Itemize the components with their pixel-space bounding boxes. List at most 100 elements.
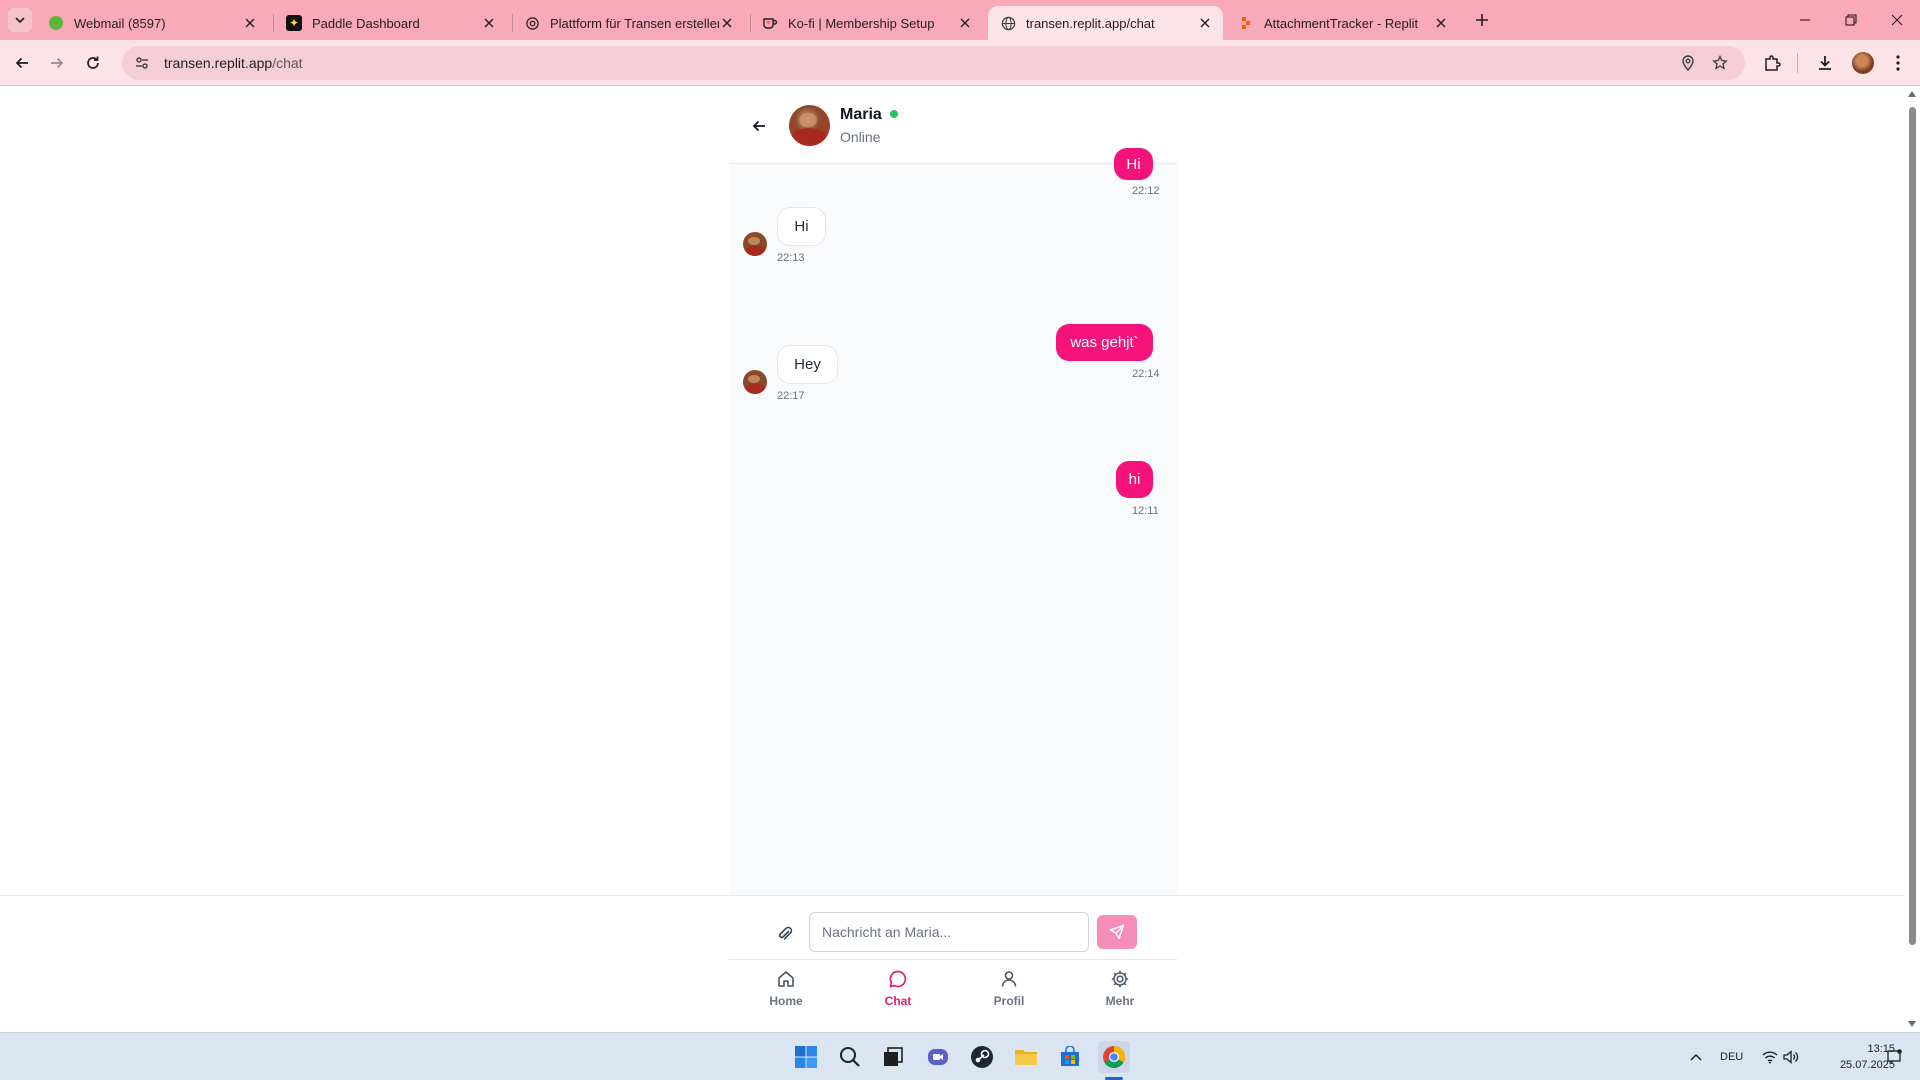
bottom-nav-divider <box>729 959 1177 960</box>
web-page: Maria Online Hi 22:12 Hi 22:13 was gehjt… <box>0 87 1904 1032</box>
notification-icon[interactable] <box>1886 1033 1902 1080</box>
nav-mehr[interactable]: Mehr <box>1085 969 1155 1023</box>
browser-menu-button[interactable] <box>1885 50 1911 76</box>
teams-button[interactable] <box>922 1041 954 1073</box>
profile-avatar[interactable] <box>1852 52 1874 74</box>
downloads-button[interactable] <box>1812 50 1838 76</box>
online-indicator <box>890 110 898 118</box>
tab-attachmenttracker[interactable]: AttachmentTracker - Replit <box>1226 6 1459 40</box>
reload-button[interactable] <box>79 49 107 77</box>
message-text: Hey <box>794 356 821 373</box>
tab-title: Plattform für Transen erstellen <box>550 15 719 31</box>
scroll-down-arrow-icon[interactable] <box>1908 1021 1916 1027</box>
chat-bubble-icon <box>889 970 907 988</box>
message-input[interactable] <box>809 912 1089 952</box>
contact-name: Maria <box>840 106 882 123</box>
browser-tab-strip: Webmail (8597) ✦ Paddle Dashboard Plattf… <box>0 0 1920 40</box>
message-time: 22:13 <box>777 252 805 264</box>
forward-button[interactable] <box>43 49 71 77</box>
steam-button[interactable] <box>966 1041 998 1073</box>
close-tab-icon[interactable] <box>1197 15 1213 31</box>
tab-paddle[interactable]: ✦ Paddle Dashboard <box>274 6 507 40</box>
contact-avatar-small <box>743 232 767 256</box>
tab-title: transen.replit.app/chat <box>1026 15 1155 31</box>
openai-icon <box>524 15 540 31</box>
message-time: 22:17 <box>777 390 805 402</box>
close-tab-icon[interactable] <box>1433 15 1449 31</box>
nav-home[interactable]: Home <box>751 969 821 1023</box>
url-text: transen.replit.app/chat <box>164 55 303 71</box>
message-time: 22:14 <box>1132 368 1160 380</box>
search-icon <box>840 1047 860 1067</box>
message-time: 22:12 <box>1132 185 1160 197</box>
bookmark-star-icon[interactable] <box>1710 53 1730 73</box>
scrollbar-thumb[interactable] <box>1909 107 1916 945</box>
close-icon <box>1891 14 1903 26</box>
tab-webmail[interactable]: Webmail (8597) <box>36 6 268 40</box>
volume-icon[interactable] <box>1783 1033 1799 1080</box>
close-tab-icon[interactable] <box>481 15 497 31</box>
wifi-icon[interactable] <box>1762 1033 1778 1080</box>
scroll-up-arrow-icon[interactable] <box>1908 91 1916 97</box>
minimize-button[interactable] <box>1782 0 1828 40</box>
location-icon[interactable] <box>1678 53 1698 73</box>
address-bar[interactable]: transen.replit.app/chat <box>122 46 1745 80</box>
nav-profil[interactable]: Profil <box>974 969 1044 1023</box>
contact-avatar[interactable] <box>789 105 830 146</box>
message-text: hi <box>1128 471 1141 488</box>
start-button[interactable] <box>790 1041 822 1073</box>
paperclip-icon <box>779 926 793 940</box>
search-button[interactable] <box>834 1041 866 1073</box>
reload-icon <box>87 56 99 69</box>
close-tab-icon[interactable] <box>719 15 735 31</box>
store-icon <box>1061 1046 1079 1066</box>
steam-icon <box>971 1046 993 1068</box>
message-bubble-received: Hi <box>777 207 826 246</box>
tab-transen-chat[interactable]: transen.replit.app/chat <box>988 6 1223 40</box>
send-button[interactable] <box>1097 915 1137 949</box>
tab-search-button[interactable] <box>8 8 32 32</box>
clock-date: 25.07.2025 <box>1839 1059 1895 1071</box>
task-view-button[interactable] <box>877 1041 909 1073</box>
chrome-button[interactable] <box>1098 1041 1130 1073</box>
arrow-left-icon <box>752 120 765 132</box>
task-view-icon <box>884 1047 903 1066</box>
nav-chat[interactable]: Chat <box>863 969 933 1023</box>
send-icon <box>1109 924 1125 940</box>
gear-icon <box>1111 970 1129 988</box>
tab-title: AttachmentTracker - Replit <box>1264 15 1419 31</box>
attach-button[interactable] <box>773 922 797 946</box>
taskbar-clock[interactable]: 13:15 25.07.2025 <box>1815 1041 1895 1073</box>
replit-icon <box>1238 15 1254 31</box>
nav-label: Home <box>769 994 803 1008</box>
back-button[interactable] <box>8 49 36 77</box>
tab-title: Webmail (8597) <box>74 15 166 31</box>
url-path: /chat <box>272 55 303 71</box>
tab-kofi[interactable]: Ko-fi | Membership Setup <box>750 6 983 40</box>
user-icon <box>1001 971 1017 987</box>
arrow-left-icon <box>15 57 28 69</box>
restore-button[interactable] <box>1828 0 1874 40</box>
extensions-button[interactable] <box>1759 50 1785 76</box>
new-tab-button[interactable] <box>1471 9 1493 31</box>
close-window-button[interactable] <box>1874 0 1920 40</box>
kebab-menu-icon <box>1896 55 1900 71</box>
page-scrollbar[interactable] <box>1904 87 1920 1032</box>
microsoft-store-button[interactable] <box>1054 1041 1086 1073</box>
tab-plattform[interactable]: Plattform für Transen erstellen <box>512 6 745 40</box>
file-explorer-button[interactable] <box>1010 1041 1042 1073</box>
language-indicator[interactable]: DEU <box>1720 1033 1743 1080</box>
kofi-icon <box>762 15 778 31</box>
windows-logo-icon <box>795 1046 817 1068</box>
chat-back-button[interactable] <box>747 114 771 138</box>
site-settings-icon[interactable] <box>132 53 152 73</box>
message-text: Hi <box>794 218 809 235</box>
chrome-icon <box>1103 1046 1125 1068</box>
close-tab-icon[interactable] <box>957 15 973 31</box>
message-text: was gehjt` <box>1070 334 1139 351</box>
close-tab-icon[interactable] <box>242 15 258 31</box>
show-hidden-icons-button[interactable] <box>1689 1033 1703 1080</box>
teams-icon <box>928 1049 948 1065</box>
restore-icon <box>1845 14 1857 26</box>
toolbar-divider <box>1797 53 1798 73</box>
